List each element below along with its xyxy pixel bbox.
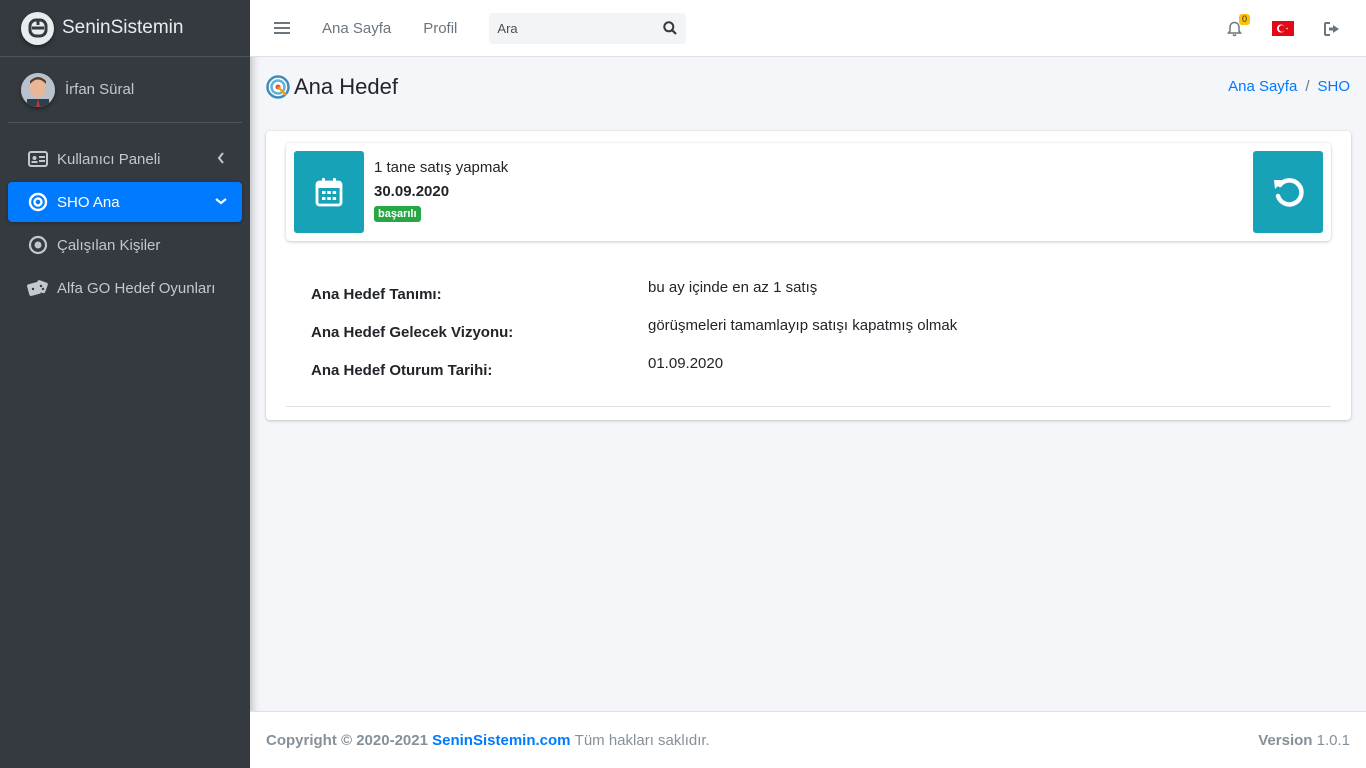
sidebar-item-label: Çalışılan Kişiler xyxy=(57,236,161,254)
detail-value: görüşmeleri tamamlayıp satışı kapatmış o… xyxy=(648,317,958,334)
content-header: Ana Hedef Ana Sayfa / SHO xyxy=(250,57,1366,127)
search-icon[interactable] xyxy=(654,13,686,44)
calendar-icon xyxy=(294,151,364,233)
top-navbar: Ana Sayfa Profil 0 xyxy=(250,0,1366,57)
sidebar-item-kullanici-paneli[interactable]: Kullanıcı Paneli xyxy=(8,139,242,179)
breadcrumb-item-sho[interactable]: SHO xyxy=(1317,78,1350,95)
chevron-down-icon xyxy=(214,194,228,208)
sidebar: SeninSistemin İrfan Süral Kullanıcı Pane… xyxy=(0,0,250,768)
search-box xyxy=(489,12,687,44)
goal-title: 1 tane satış yapmak xyxy=(374,159,509,176)
footer: Copyright © 2020-2021 SeninSistemin.com … xyxy=(250,711,1366,768)
goal-summary: 1 tane satış yapmak 30.09.2020 başarılı xyxy=(374,159,508,222)
user-panel[interactable]: İrfan Süral xyxy=(8,57,242,123)
brand-link[interactable]: SeninSistemin xyxy=(0,0,250,57)
goal-date: 30.09.2020 xyxy=(374,183,450,200)
refresh-button[interactable] xyxy=(1253,151,1323,233)
footer-version-number: 1.0.1 xyxy=(1316,731,1350,749)
avatar xyxy=(21,72,55,107)
sidebar-item-sho-ana[interactable]: SHO Ana xyxy=(8,182,242,222)
dot-circle-icon xyxy=(27,234,49,256)
footer-copyright: Copyright © 2020-2021 xyxy=(266,731,428,749)
detail-label: Ana Hedef Tanımı: xyxy=(311,286,442,303)
footer-rights: Tüm hakları saklıdır. xyxy=(574,731,710,749)
notification-badge: 0 xyxy=(1238,13,1250,25)
user-name: İrfan Süral xyxy=(65,81,135,98)
top-right-actions: 0 xyxy=(1224,0,1366,57)
brand-name: SeninSistemin xyxy=(62,17,184,38)
id-card-icon xyxy=(27,148,49,170)
breadcrumb: Ana Sayfa / SHO xyxy=(1228,78,1350,95)
undo-icon xyxy=(1274,178,1304,207)
footer-version-label: Version xyxy=(1258,731,1313,749)
logout-icon[interactable] xyxy=(1322,19,1342,39)
footer-version: Version 1.0.1 xyxy=(1258,732,1350,749)
sidebar-item-label: SHO Ana xyxy=(57,193,120,211)
chevron-left-icon xyxy=(214,151,228,165)
goal-info-box: 1 tane satış yapmak 30.09.2020 başarılı xyxy=(286,143,1331,241)
menu-toggle-icon[interactable] xyxy=(274,19,290,37)
notification-bell-icon[interactable]: 0 xyxy=(1224,13,1250,39)
goal-card: 1 tane satış yapmak 30.09.2020 başarılı … xyxy=(266,131,1351,420)
detail-value: bu ay içinde en az 1 satış xyxy=(648,279,818,296)
detail-label: Ana Hedef Gelecek Vizyonu: xyxy=(311,324,514,341)
detail-label: Ana Hedef Oturum Tarihi: xyxy=(311,362,493,379)
target-circle-icon xyxy=(27,191,49,213)
breadcrumb-item-ana-sayfa[interactable]: Ana Sayfa xyxy=(1228,78,1297,95)
dice-icon xyxy=(27,277,49,299)
sidebar-item-calisilan-kisiler[interactable]: Çalışılan Kişiler xyxy=(8,225,242,265)
sidebar-item-label: Kullanıcı Paneli xyxy=(57,150,161,168)
divider xyxy=(286,406,1331,407)
detail-value: 01.09.2020 xyxy=(648,355,724,372)
sidebar-item-label: Alfa GO Hedef Oyunları xyxy=(57,279,216,297)
nav-link-ana-sayfa[interactable]: Ana Sayfa xyxy=(322,20,391,37)
page-title: Ana Hedef xyxy=(266,74,398,100)
search-input[interactable] xyxy=(489,12,655,44)
page-title-text: Ana Hedef xyxy=(294,74,398,99)
brand-logo-icon xyxy=(21,11,54,45)
footer-site-link[interactable]: SeninSistemin.com xyxy=(432,732,570,749)
target-icon xyxy=(266,75,290,99)
sidebar-nav: Kullanıcı Paneli SHO Ana Çalışılan Kişil… xyxy=(0,123,250,308)
nav-link-profil[interactable]: Profil xyxy=(423,20,457,37)
status-badge: başarılı xyxy=(374,206,421,222)
sidebar-item-alfa-go[interactable]: Alfa GO Hedef Oyunları xyxy=(8,268,242,308)
turkey-flag-icon[interactable] xyxy=(1272,21,1294,36)
